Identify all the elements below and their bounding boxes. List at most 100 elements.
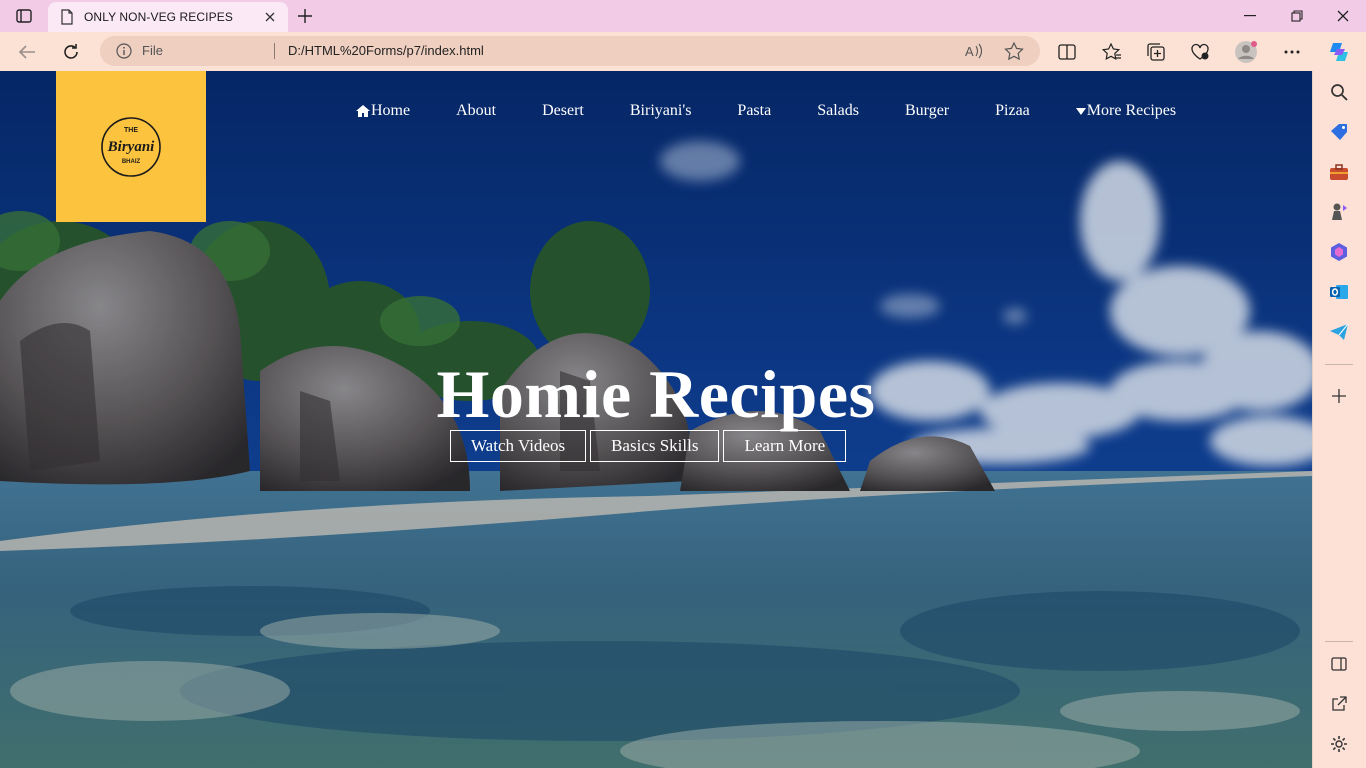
logo-top-text: THE — [124, 127, 138, 134]
sidebar-tools-button[interactable] — [1327, 160, 1351, 184]
back-arrow-icon — [18, 45, 35, 59]
gear-icon — [1331, 736, 1347, 752]
sidebar-open-external-button[interactable] — [1327, 692, 1351, 716]
svg-text:A: A — [965, 44, 974, 59]
sidebar-panel-icon — [1331, 657, 1347, 671]
address-url[interactable]: D:/HTML%20Forms/p7/index.html — [288, 43, 484, 58]
external-link-icon — [1332, 696, 1347, 711]
read-aloud-icon[interactable]: A — [964, 42, 984, 60]
settings-more-button[interactable] — [1279, 39, 1305, 65]
favorite-star-icon[interactable] — [1004, 42, 1024, 60]
refresh-icon — [64, 44, 78, 59]
copilot-icon — [1330, 43, 1348, 61]
browser-essentials-button[interactable] — [1187, 39, 1213, 65]
sidebar-settings-button[interactable] — [1327, 732, 1351, 756]
web-page: THE Biryani BHAIZ Home About Desert Biri… — [0, 71, 1312, 768]
copilot-button[interactable] — [1326, 39, 1352, 65]
browser-toolbar: File D:/HTML%20Forms/p7/index.html A — [0, 32, 1366, 71]
nav-desert-label: Desert — [542, 102, 584, 119]
outlook-icon — [1330, 285, 1348, 299]
caret-down-icon — [1075, 107, 1086, 115]
nav-burger[interactable]: Burger — [905, 101, 949, 121]
sidebar-outlook-button[interactable] — [1327, 280, 1351, 304]
watch-videos-button[interactable]: Watch Videos — [450, 430, 587, 462]
tab-title: ONLY NON-VEG RECIPES — [84, 10, 233, 24]
logo-emblem: THE Biryani BHAIZ — [101, 116, 161, 177]
nav-pizaa-label: Pizaa — [995, 102, 1030, 119]
collections-icon — [1147, 43, 1165, 61]
logo-main-text: Biryani — [107, 139, 156, 155]
favorites-button[interactable] — [1099, 39, 1125, 65]
nav-biriyanis[interactable]: Biriyani's — [630, 101, 692, 121]
sidebar-telegram-button[interactable] — [1327, 320, 1351, 344]
sidebar-divider — [1325, 364, 1353, 365]
nav-home[interactable]: Home — [356, 101, 410, 121]
new-tab-button[interactable] — [294, 5, 316, 27]
chess-piece-icon — [1332, 203, 1347, 220]
sidebar-shopping-button[interactable] — [1327, 120, 1351, 144]
tab-close-button[interactable] — [262, 9, 278, 25]
home-icon — [356, 105, 370, 117]
restore-icon — [1291, 10, 1303, 22]
sidebar-add-button[interactable] — [1327, 384, 1351, 408]
sidebar-divider — [1325, 641, 1353, 642]
search-icon — [1331, 84, 1348, 101]
profile-button[interactable] — [1233, 39, 1259, 65]
nav-salads-label: Salads — [817, 102, 859, 119]
close-icon — [1337, 10, 1349, 22]
restore-button[interactable] — [1277, 4, 1317, 28]
address-separator — [274, 43, 275, 59]
sidebar-hide-button[interactable] — [1327, 652, 1351, 676]
hero-title: Homie Recipes — [436, 356, 876, 432]
nav-about[interactable]: About — [456, 101, 496, 121]
send-icon — [1330, 323, 1349, 340]
learn-more-button[interactable]: Learn More — [723, 430, 847, 462]
nav-burger-label: Burger — [904, 102, 950, 119]
sidebar-games-button[interactable] — [1327, 200, 1351, 224]
page-icon — [61, 9, 73, 25]
nav-salads[interactable]: Salads — [817, 101, 859, 121]
info-icon[interactable] — [116, 43, 132, 59]
address-scheme-label: File — [142, 43, 163, 58]
edge-sidebar — [1312, 71, 1366, 768]
close-icon — [265, 12, 275, 22]
address-bar[interactable]: File D:/HTML%20Forms/p7/index.html A — [100, 36, 1040, 66]
split-screen-button[interactable] — [1054, 39, 1080, 65]
hero-buttons: Watch Videos Basics Skills Learn More — [450, 430, 850, 462]
plus-icon — [298, 9, 312, 23]
heart-pulse-icon — [1191, 43, 1209, 60]
main-nav: Home About Desert Biriyani's Pasta Salad… — [356, 101, 1176, 121]
collections-button[interactable] — [1143, 39, 1169, 65]
more-dots-icon — [1284, 50, 1300, 54]
nav-desert[interactable]: Desert — [542, 101, 584, 121]
minimize-icon — [1244, 15, 1256, 17]
nav-biriyanis-label: Biriyani's — [629, 102, 692, 119]
basics-skills-button[interactable]: Basics Skills — [590, 430, 720, 462]
nav-more-recipes-label: More Recipes — [1086, 102, 1177, 119]
site-logo[interactable]: THE Biryani BHAIZ — [56, 71, 206, 222]
plus-icon — [1332, 389, 1346, 403]
window-close-button[interactable] — [1323, 4, 1363, 28]
sidebar-office-button[interactable] — [1327, 240, 1351, 264]
tab-actions-icon — [16, 9, 32, 23]
toolbox-icon — [1330, 164, 1348, 180]
tab-actions-button[interactable] — [12, 6, 36, 26]
nav-pasta[interactable]: Pasta — [737, 101, 771, 121]
logo-bottom-text: BHAIZ — [122, 159, 141, 165]
favorites-icon — [1102, 43, 1121, 61]
split-screen-icon — [1058, 44, 1076, 60]
nav-more-recipes[interactable]: More Recipes — [1075, 101, 1177, 121]
nav-home-label: Home — [371, 102, 411, 119]
nav-about-label: About — [456, 102, 497, 119]
browser-tab-active[interactable]: ONLY NON-VEG RECIPES — [48, 2, 288, 32]
office-icon — [1331, 243, 1347, 261]
nav-pizaa[interactable]: Pizaa — [995, 101, 1030, 121]
minimize-button[interactable] — [1230, 4, 1270, 28]
sidebar-search-button[interactable] — [1327, 80, 1351, 104]
browser-tabbar: ONLY NON-VEG RECIPES — [0, 0, 1366, 32]
refresh-button[interactable] — [58, 39, 84, 65]
nav-pasta-label: Pasta — [737, 102, 772, 119]
avatar-icon — [1235, 41, 1257, 63]
shopping-tag-icon — [1331, 124, 1347, 140]
back-button[interactable] — [14, 39, 40, 65]
